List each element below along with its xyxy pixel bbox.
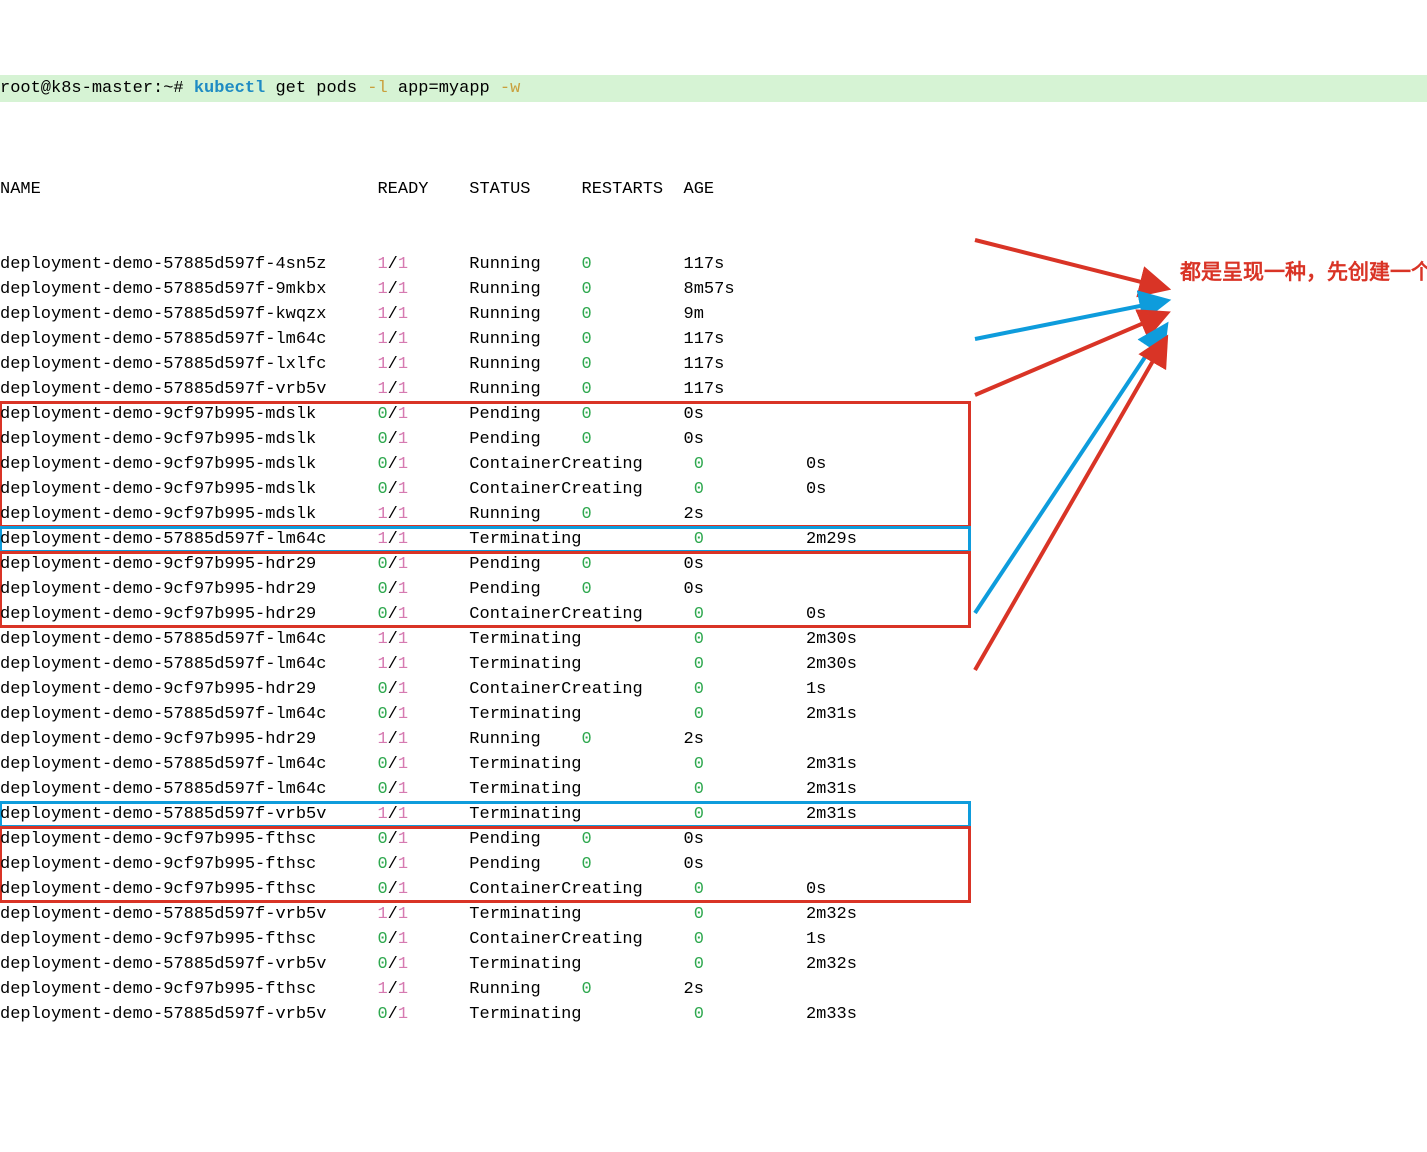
row-group: deployment-demo-57885d597f-vrb5v 1/1 Ter… [0, 902, 970, 1027]
table-row: deployment-demo-9cf97b995-hdr29 0/1 Cont… [0, 677, 970, 702]
annotation-text: 都是呈现一种，先创建一个再删除一个，没有出现先创建两个，再删除两个。 [1180, 258, 1420, 288]
kubectl-cmd: kubectl [194, 79, 265, 98]
table-row: deployment-demo-57885d597f-vrb5v 0/1 Ter… [0, 1002, 970, 1027]
table-row: deployment-demo-57885d597f-lm64c 0/1 Ter… [0, 702, 970, 727]
highlight-group-blue: deployment-demo-57885d597f-lm64c 1/1 Ter… [0, 527, 970, 552]
table-row: deployment-demo-57885d597f-lm64c 1/1 Ter… [0, 652, 970, 677]
table-row: deployment-demo-57885d597f-lxlfc 1/1 Run… [0, 352, 970, 377]
table-row: deployment-demo-9cf97b995-mdslk 0/1 Cont… [0, 452, 970, 477]
table-row: deployment-demo-57885d597f-lm64c 1/1 Run… [0, 327, 970, 352]
table-row: deployment-demo-57885d597f-lm64c 1/1 Ter… [0, 527, 970, 552]
highlight-group-red: deployment-demo-9cf97b995-hdr29 0/1 Pend… [0, 552, 970, 627]
table-row: deployment-demo-9cf97b995-fthsc 0/1 Cont… [0, 927, 970, 952]
prompt-host: root@k8s-master [0, 79, 153, 98]
table-row: deployment-demo-57885d597f-lm64c 0/1 Ter… [0, 752, 970, 777]
table-row: deployment-demo-57885d597f-lm64c 1/1 Ter… [0, 627, 970, 652]
row-group: deployment-demo-57885d597f-lm64c 1/1 Ter… [0, 627, 970, 802]
row-group: deployment-demo-57885d597f-4sn5z 1/1 Run… [0, 252, 970, 402]
table-row: deployment-demo-9cf97b995-mdslk 0/1 Pend… [0, 427, 970, 452]
table-row: deployment-demo-57885d597f-vrb5v 0/1 Ter… [0, 952, 970, 977]
table-row: deployment-demo-9cf97b995-hdr29 0/1 Cont… [0, 602, 970, 627]
table-row: deployment-demo-57885d597f-lm64c 0/1 Ter… [0, 777, 970, 802]
table-row: deployment-demo-9cf97b995-fthsc 0/1 Cont… [0, 877, 970, 902]
table-row: deployment-demo-9cf97b995-hdr29 0/1 Pend… [0, 577, 970, 602]
highlight-group-red: deployment-demo-9cf97b995-fthsc 0/1 Pend… [0, 827, 970, 902]
table-row: deployment-demo-9cf97b995-mdslk 0/1 Pend… [0, 402, 970, 427]
command-prompt-line: root@k8s-master:~# kubectl get pods -l a… [0, 75, 1427, 102]
highlight-group-red: deployment-demo-9cf97b995-mdslk 0/1 Pend… [0, 402, 970, 527]
table-row: deployment-demo-57885d597f-vrb5v 1/1 Ter… [0, 902, 970, 927]
highlight-group-blue: deployment-demo-57885d597f-vrb5v 1/1 Ter… [0, 802, 970, 827]
table-header: NAME READY STATUS RESTARTS AGE [0, 177, 1427, 202]
table-row: deployment-demo-9cf97b995-mdslk 1/1 Runn… [0, 502, 970, 527]
table-row: deployment-demo-57885d597f-9mkbx 1/1 Run… [0, 277, 970, 302]
table-row: deployment-demo-9cf97b995-fthsc 0/1 Pend… [0, 852, 970, 877]
table-row: deployment-demo-57885d597f-4sn5z 1/1 Run… [0, 252, 970, 277]
table-row: deployment-demo-57885d597f-vrb5v 1/1 Run… [0, 377, 970, 402]
table-row: deployment-demo-9cf97b995-fthsc 1/1 Runn… [0, 977, 970, 1002]
table-body: deployment-demo-57885d597f-4sn5z 1/1 Run… [0, 252, 1427, 1027]
table-row: deployment-demo-9cf97b995-hdr29 0/1 Pend… [0, 552, 970, 577]
table-row: deployment-demo-9cf97b995-hdr29 1/1 Runn… [0, 727, 970, 752]
table-row: deployment-demo-9cf97b995-fthsc 0/1 Pend… [0, 827, 970, 852]
table-row: deployment-demo-57885d597f-vrb5v 1/1 Ter… [0, 802, 970, 827]
table-row: deployment-demo-57885d597f-kwqzx 1/1 Run… [0, 302, 970, 327]
table-row: deployment-demo-9cf97b995-mdslk 0/1 Cont… [0, 477, 970, 502]
